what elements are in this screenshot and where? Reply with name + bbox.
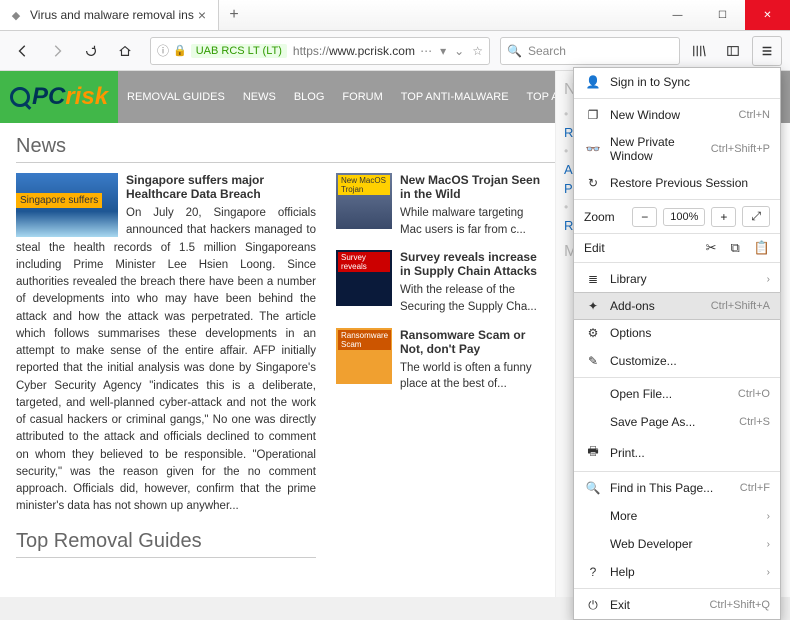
zoom-level[interactable]: 100% [663,208,705,226]
menu-customize[interactable]: ✎Customize... [574,347,780,375]
restore-icon: ↻ [584,176,602,190]
bookmark-icon[interactable]: ☆ [472,44,483,58]
menu-zoom-row: Zoom − 100% + ⤢ [574,202,780,231]
zoom-out-button[interactable]: − [632,207,657,227]
menu-restore-session[interactable]: ↻Restore Previous Session [574,169,780,197]
edit-label: Edit [584,241,706,255]
cut-icon[interactable]: ✂ [706,240,717,256]
address-bar[interactable]: ⓘ 🔒 UAB RCS LT (LT) https://www.pcrisk.c… [150,37,490,65]
library-icon: ≣ [584,272,602,286]
menu-new-window[interactable]: ❐New WindowCtrl+N [574,101,780,129]
menu-edit-row: Edit ✂ ⧉ 📋 [574,236,780,260]
tab-title: Virus and malware removal ins [30,8,194,22]
zoom-label: Zoom [584,210,615,224]
nav-link[interactable]: NEWS [234,91,285,103]
exit-icon: ⏻ [584,598,602,613]
article: Singapore suffers Singapore suffers majo… [16,173,316,516]
fullscreen-button[interactable]: ⤢ [742,206,770,227]
article-thumbnail[interactable]: Ransomware Scam [336,328,392,384]
url-text: https://www.pcrisk.com [293,44,415,58]
search-icon: 🔍 [507,44,522,58]
menu-addons[interactable]: ✦Add-onsCtrl+Shift+A [573,292,781,320]
window-maximize[interactable]: ☐ [700,0,745,30]
nav-link[interactable]: TOP ANTI-MALWARE [392,91,518,103]
menu-options[interactable]: ⚙Options [574,319,780,347]
gear-icon: ⚙ [584,326,602,340]
library-button[interactable] [684,36,714,66]
back-button[interactable] [8,36,38,66]
tab-favicon: ◆ [8,7,24,23]
menu-find[interactable]: 🔍Find in This Page...Ctrl+F [574,474,780,502]
menu-exit[interactable]: ⏻ExitCtrl+Shift+Q [574,591,780,619]
search-box[interactable]: 🔍 Search [500,37,680,65]
nav-link[interactable]: FORUM [333,91,391,103]
site-identity[interactable]: UAB RCS LT (LT) [191,44,287,58]
forward-button[interactable] [42,36,72,66]
window-icon: ❐ [584,108,602,122]
paste-icon[interactable]: 📋 [754,240,770,256]
menu-print[interactable]: 🖶Print... [574,436,780,469]
article-thumbnail[interactable]: New MacOS Trojan [336,173,392,229]
menu-private-window[interactable]: 👓New Private WindowCtrl+Shift+P [574,129,780,169]
article: New MacOS Trojan New MacOS Trojan Seen i… [336,173,546,238]
print-icon: 🖶 [584,442,602,463]
window-minimize[interactable]: — [655,0,700,30]
section-heading-top: Top Removal Guides [16,530,316,558]
new-tab-button[interactable]: + [219,0,249,30]
search-placeholder: Search [528,44,566,58]
nav-link[interactable]: REMOVAL GUIDES [118,91,234,103]
copy-icon[interactable]: ⧉ [731,240,740,256]
zoom-in-button[interactable]: + [711,207,736,227]
lock-icon: 🔒 [173,44,187,57]
puzzle-icon: ✦ [584,299,602,313]
app-menu-button[interactable] [752,36,782,66]
thumb-badge: Singapore suffers [16,193,102,208]
info-icon[interactable]: ⓘ [157,42,169,59]
menu-signin[interactable]: 👤Sign in to Sync [574,68,780,96]
reader-icon[interactable]: ▾ [440,44,446,58]
menu-web-developer[interactable]: Web Developer› [574,530,780,558]
pocket-icon[interactable]: ⌄ [454,44,464,58]
article-body: On July 20, Singapore officials announce… [16,205,316,516]
browser-toolbar: ⓘ 🔒 UAB RCS LT (LT) https://www.pcrisk.c… [0,31,790,71]
browser-tab[interactable]: ◆ Virus and malware removal ins × [0,0,219,30]
menu-save-page[interactable]: Save Page As...Ctrl+S [574,408,780,436]
article-thumbnail[interactable]: Singapore suffers [16,173,118,237]
paint-icon: ✎ [584,354,602,368]
account-icon: 👤 [584,75,602,89]
article: Survey reveals Survey reveals increase i… [336,250,546,315]
mask-icon: 👓 [584,142,602,156]
window-controls: — ☐ ✕ [655,0,790,30]
home-button[interactable] [110,36,140,66]
site-logo[interactable]: PCrisk [0,71,118,123]
article: Ransomware Scam Ransomware Scam or Not, … [336,328,546,393]
nav-link[interactable]: BLOG [285,91,334,103]
window-titlebar: ◆ Virus and malware removal ins × + — ☐ … [0,0,790,31]
page-actions-icon[interactable]: ⋯ [420,44,432,58]
search-icon: 🔍 [584,481,602,495]
menu-library[interactable]: ≣Library› [574,265,780,293]
app-menu: 👤Sign in to Sync ❐New WindowCtrl+N 👓New … [573,67,781,620]
article-thumbnail[interactable]: Survey reveals [336,250,392,306]
sidebar-button[interactable] [718,36,748,66]
logo-magnifier-icon [10,87,30,107]
help-icon: ? [584,565,602,579]
menu-more[interactable]: More› [574,502,780,530]
tab-close-icon[interactable]: × [194,7,210,23]
menu-open-file[interactable]: Open File...Ctrl+O [574,380,780,408]
reload-button[interactable] [76,36,106,66]
window-close[interactable]: ✕ [745,0,790,30]
menu-help[interactable]: ?Help› [574,558,780,586]
